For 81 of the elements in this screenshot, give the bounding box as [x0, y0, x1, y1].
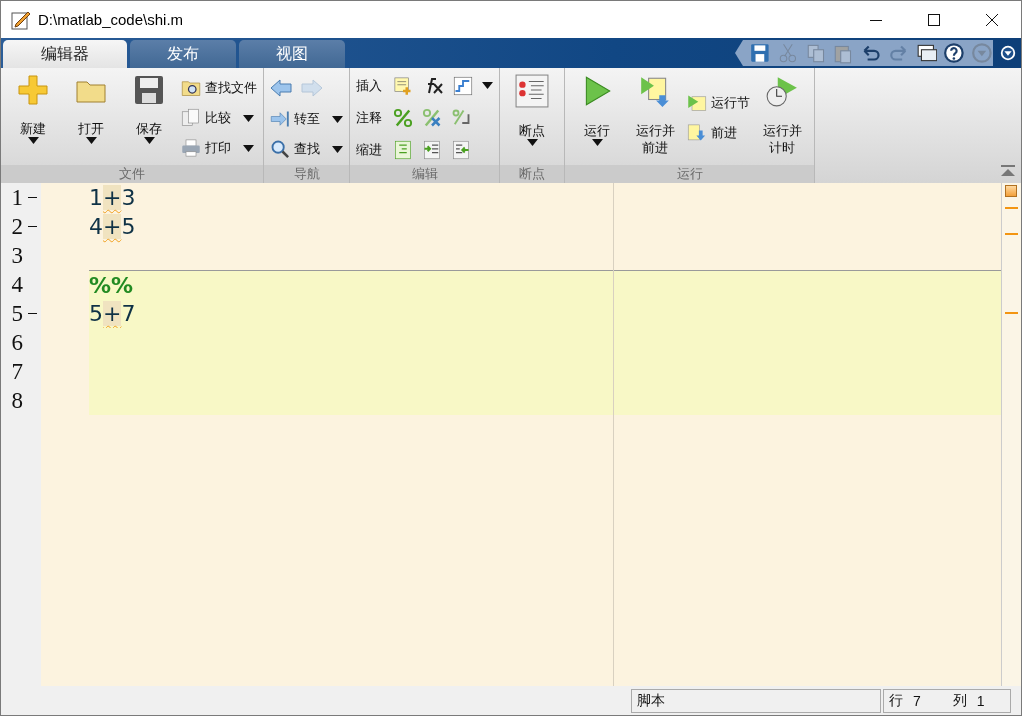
ribbon-button[interactable]: 打开 [65, 68, 117, 165]
ribbon-button[interactable]: 断点 [506, 68, 558, 165]
caret-icon[interactable] [243, 145, 254, 152]
printer-icon [181, 137, 201, 158]
caret-icon[interactable] [332, 146, 343, 153]
collapse-ribbon-icon[interactable] [1001, 165, 1015, 177]
status-value: 1 [976, 692, 985, 709]
caret-icon[interactable] [143, 137, 155, 144]
floppy-icon [133, 74, 165, 106]
status-value: 7 [913, 692, 921, 709]
maximize-icon[interactable] [928, 13, 940, 26]
ribbon-button[interactable]: 保存 [123, 68, 175, 165]
ribbon-button[interactable]: 运行 [571, 68, 623, 165]
help-icon[interactable] [943, 42, 966, 64]
group-label: 文件 [1, 165, 263, 183]
warning-mark[interactable] [1005, 311, 1018, 314]
line-number: 2 [1, 212, 25, 241]
row-label: 缩进 [356, 140, 383, 159]
caret-icon[interactable] [85, 137, 97, 144]
line-number: 6 [1, 328, 25, 357]
line-number: 4 [1, 270, 25, 299]
uncomment-icon[interactable] [422, 107, 442, 128]
window-title: D:\matlab_code\shi.m [38, 11, 185, 28]
group-label: 运行 [565, 165, 814, 183]
wrap-comment-icon[interactable] [451, 107, 471, 128]
search-icon [270, 138, 290, 159]
ribbon-button[interactable]: 转至 [270, 106, 343, 131]
dropdown-icon[interactable] [999, 44, 1017, 62]
ribbon-button[interactable]: 比较 [181, 105, 257, 130]
line-number: 8 [1, 386, 25, 415]
ribbon-button[interactable]: 运行节 [687, 90, 750, 115]
section-marker: %% [89, 272, 134, 298]
ribbon-button[interactable]: 打印 [181, 135, 257, 160]
line-number: 5 [1, 299, 25, 328]
status-label: 行 [889, 691, 903, 710]
status-indicator-icon [1005, 185, 1017, 197]
plus-icon [17, 74, 49, 106]
ribbon-button[interactable]: 运行并计时 [756, 68, 808, 165]
ribbon-tab[interactable]: 编辑器 [3, 40, 127, 68]
goto-icon [270, 108, 290, 129]
line-number: 7 [1, 357, 25, 386]
indent-icon[interactable] [422, 139, 442, 160]
code-text: 5+7 [89, 301, 136, 326]
warning-mark[interactable] [1005, 233, 1018, 236]
status-label: 列 [952, 691, 967, 710]
code-text: 1+3 [89, 185, 136, 210]
outdent-icon[interactable] [451, 139, 471, 160]
back-arrow-icon[interactable] [270, 78, 292, 97]
ribbon-button[interactable]: 前进 [687, 120, 750, 145]
windows-icon[interactable] [915, 42, 938, 64]
ribbon-tab[interactable]: 视图 [239, 40, 345, 68]
percent-icon[interactable] [393, 107, 413, 128]
close-icon[interactable] [986, 13, 998, 26]
group-label: 断点 [500, 165, 564, 183]
code-text: 4+5 [89, 214, 136, 239]
group-label: 编辑 [350, 165, 499, 183]
caret-icon[interactable] [526, 139, 538, 146]
caret-icon[interactable] [591, 139, 603, 146]
smart-indent-icon[interactable] [393, 139, 413, 160]
line-number: 1 [1, 183, 25, 212]
row-label: 注释 [356, 108, 383, 127]
caret-icon[interactable] [27, 137, 39, 144]
line-number: 3 [1, 241, 25, 270]
compare-icon [181, 107, 201, 128]
save-icon[interactable] [749, 42, 771, 64]
group-label: 导航 [264, 165, 349, 183]
insert-section-icon[interactable] [393, 75, 413, 96]
ribbon-button[interactable]: 运行并前进 [629, 68, 681, 165]
step-chart-icon[interactable] [453, 75, 473, 96]
caret-icon[interactable] [243, 115, 254, 122]
ribbon-button[interactable]: 查找文件 [181, 75, 257, 100]
breakpoints-icon [515, 74, 549, 108]
advance-icon [687, 122, 707, 143]
caret-icon[interactable] [332, 116, 343, 123]
ribbon-button[interactable]: 新建 [7, 68, 59, 165]
row-label: 插入 [356, 76, 383, 95]
ribbon-button[interactable]: 查找 [270, 136, 343, 161]
ribbon-tab[interactable]: 发布 [130, 40, 236, 68]
caret-icon[interactable] [482, 82, 493, 89]
notepad-pencil-icon [11, 9, 31, 30]
file-type: 脚本 [637, 691, 665, 710]
